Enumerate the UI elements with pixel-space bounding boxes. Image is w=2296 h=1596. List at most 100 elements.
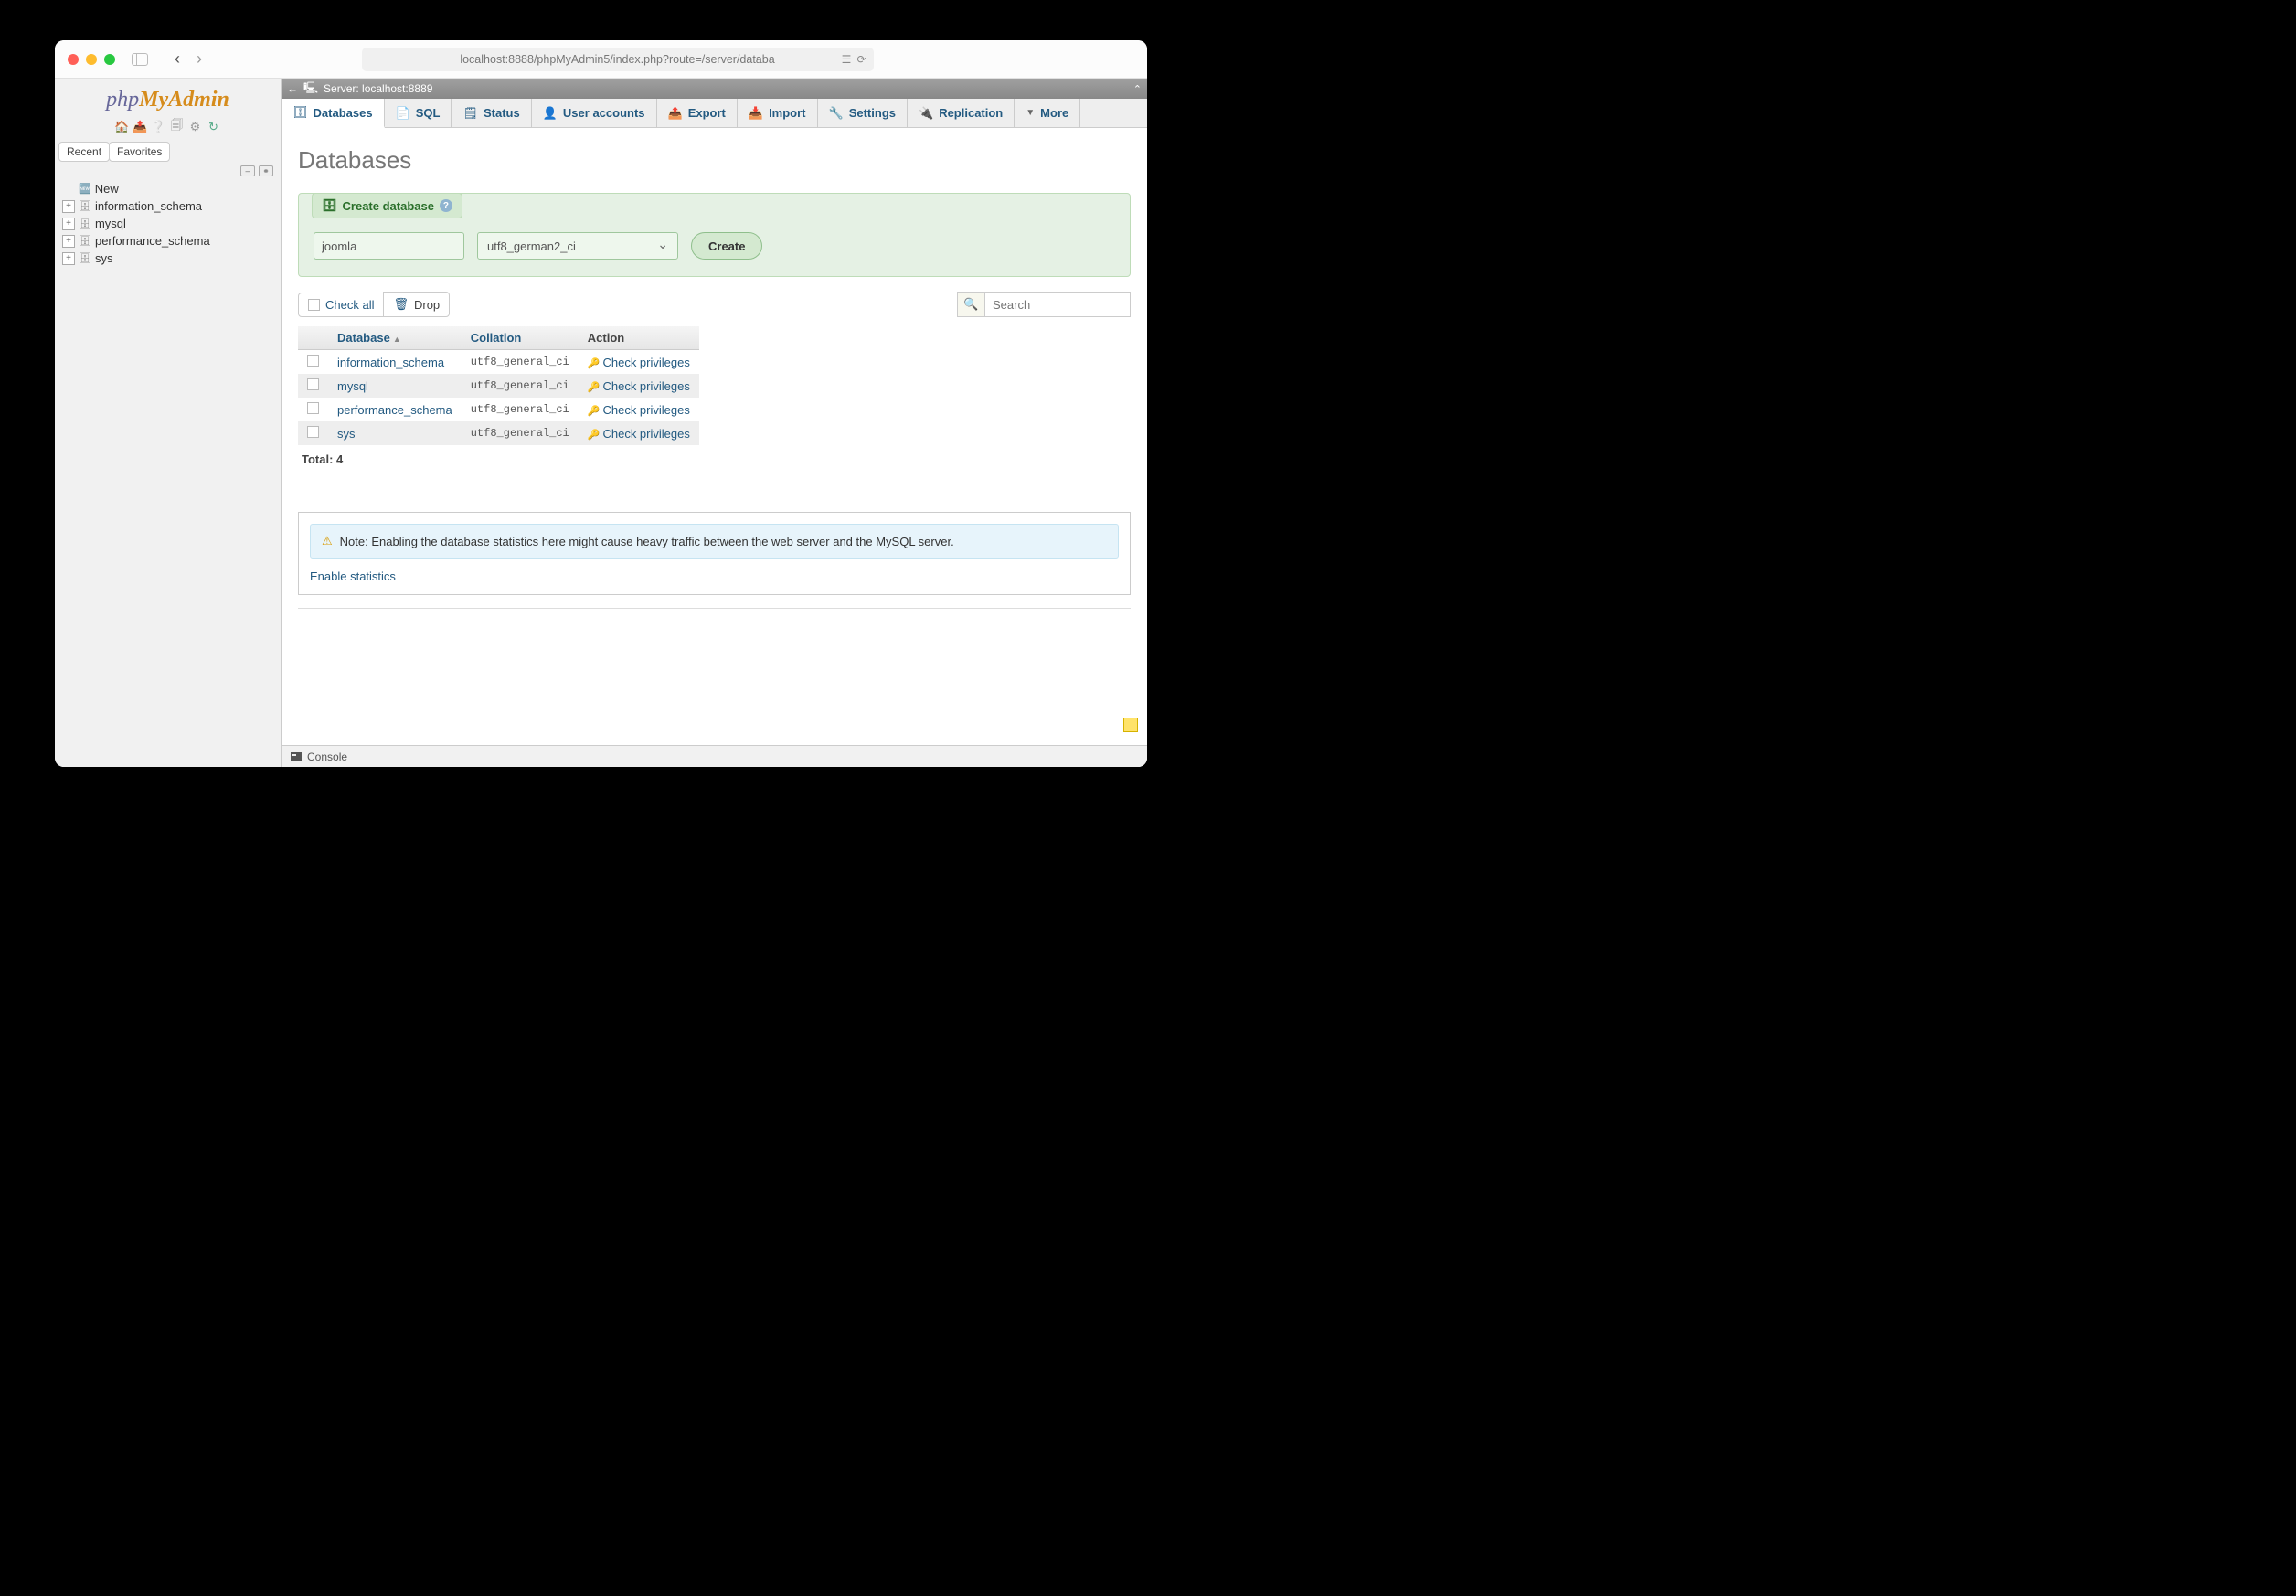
tab-users[interactable]: 👤User accounts	[532, 99, 657, 127]
collapse-tree-icon[interactable]: –	[240, 165, 255, 176]
privileges-icon: 🔑	[588, 406, 601, 417]
check-privileges-link[interactable]: Check privileges	[602, 356, 689, 369]
row-checkbox[interactable]	[307, 378, 319, 390]
logo[interactable]: phpMyAdmin	[55, 79, 281, 116]
col-database[interactable]: Database▲	[328, 326, 462, 350]
check-privileges-link[interactable]: Check privileges	[602, 427, 689, 441]
database-icon: 🗄	[79, 218, 91, 229]
tree-item[interactable]: + 🗄 mysql	[62, 215, 281, 232]
check-privileges-link[interactable]: Check privileges	[602, 379, 689, 393]
top-tabs: 🗄Databases 📄SQL 🗒Status 👤User accounts 📤…	[282, 99, 1147, 128]
info-note: ⚠ Note: Enabling the database statistics…	[310, 524, 1119, 559]
minimize-icon[interactable]	[86, 54, 97, 65]
settings-icon[interactable]: ⚙	[188, 120, 203, 134]
sql-tab-icon: 📄	[396, 106, 410, 121]
close-icon[interactable]	[68, 54, 79, 65]
reload-nav-icon[interactable]: ↻	[207, 120, 221, 134]
privileges-icon: 🔑	[588, 382, 601, 393]
tab-import[interactable]: 📥Import	[738, 99, 818, 127]
table-row: sys utf8_general_ci 🔑Check privileges	[298, 421, 699, 445]
tab-status[interactable]: 🗒Status	[452, 99, 531, 127]
db-link[interactable]: sys	[337, 427, 356, 441]
create-db-icon: 🗄	[322, 198, 337, 213]
breadcrumb-collapse-icon[interactable]: ⌃	[1133, 83, 1142, 95]
favorites-tab[interactable]: Favorites	[109, 142, 170, 162]
sql-icon[interactable]: 🗐	[170, 120, 185, 134]
nav-quick-icons: 🏠 📤 ❔ 🗐 ⚙ ↻	[55, 116, 281, 142]
breadcrumb-label[interactable]: Server: localhost:8889	[324, 82, 432, 95]
tree-new[interactable]: 🆕 New	[62, 180, 281, 197]
expand-icon[interactable]: +	[62, 235, 75, 248]
help-icon[interactable]: ?	[440, 199, 452, 212]
sticky-note-icon[interactable]	[1123, 718, 1138, 732]
nav-back-icon[interactable]: ‹	[166, 48, 188, 70]
row-checkbox[interactable]	[307, 402, 319, 414]
db-link[interactable]: information_schema	[337, 356, 444, 369]
check-privileges-link[interactable]: Check privileges	[602, 403, 689, 417]
db-link[interactable]: performance_schema	[337, 403, 452, 417]
table-row: mysql utf8_general_ci 🔑Check privileges	[298, 374, 699, 398]
browser-window: ‹ › localhost:8888/phpMyAdmin5/index.php…	[55, 40, 1147, 767]
search-icon[interactable]: 🔍	[957, 292, 984, 317]
tab-databases[interactable]: 🗄Databases	[282, 99, 385, 128]
db-name-input[interactable]	[314, 232, 464, 260]
tab-export[interactable]: 📤Export	[657, 99, 738, 127]
collation-value: utf8_general_ci	[462, 350, 579, 375]
expand-icon[interactable]: +	[62, 200, 75, 213]
warning-icon: ⚠	[322, 534, 333, 548]
zoom-icon[interactable]	[104, 54, 115, 65]
docs-icon[interactable]: ❔	[152, 120, 166, 134]
expand-icon[interactable]: +	[62, 252, 75, 265]
create-legend: 🗄 Create database ?	[312, 193, 462, 218]
link-tree-icon[interactable]: ⚭	[259, 165, 273, 176]
check-all-button[interactable]: Check all	[298, 293, 384, 317]
create-button[interactable]: Create	[691, 232, 762, 260]
replication-icon: 🔌	[919, 106, 933, 121]
console-bar[interactable]: Console	[282, 745, 1147, 767]
row-checkbox[interactable]	[307, 426, 319, 438]
sidebar-toggle-icon[interactable]	[132, 53, 148, 66]
sort-asc-icon: ▲	[393, 335, 401, 344]
drop-icon: 🗑	[393, 297, 409, 312]
total-count: Total: 4	[302, 452, 1131, 466]
enable-statistics-link[interactable]: Enable statistics	[310, 569, 396, 583]
table-row: performance_schema utf8_general_ci 🔑Chec…	[298, 398, 699, 421]
reload-icon[interactable]: ⟳	[856, 53, 866, 66]
server-icon: 🖳	[303, 80, 318, 99]
databases-table: Database▲ Collation Action information_s…	[298, 326, 699, 445]
tree-item[interactable]: + 🗄 performance_schema	[62, 232, 281, 250]
home-icon[interactable]: 🏠	[115, 120, 130, 134]
checkall-checkbox[interactable]	[308, 299, 320, 311]
nav-forward-icon: ›	[188, 48, 210, 70]
status-icon: 🗒	[462, 106, 478, 121]
tab-more[interactable]: ▼More	[1015, 99, 1080, 127]
expand-icon[interactable]: +	[62, 218, 75, 230]
tree-item[interactable]: + 🗄 information_schema	[62, 197, 281, 215]
database-icon: 🗄	[79, 252, 91, 264]
breadcrumb-back-icon[interactable]: ←	[287, 82, 298, 95]
col-action: Action	[579, 326, 699, 350]
search-input[interactable]	[984, 292, 1131, 317]
chevron-down-icon: ▼	[1026, 108, 1035, 118]
create-database-panel: 🗄 Create database ? utf8_german2_ci Crea…	[298, 193, 1131, 277]
main-panel: ← 🖳 Server: localhost:8889 ⌃ 🗄Databases …	[282, 79, 1147, 767]
collation-select[interactable]: utf8_german2_ci	[477, 232, 678, 260]
tab-sql[interactable]: 📄SQL	[385, 99, 452, 127]
recent-tab[interactable]: Recent	[58, 142, 110, 162]
row-checkbox[interactable]	[307, 355, 319, 367]
reader-icon[interactable]: ☰	[842, 53, 852, 66]
db-link[interactable]: mysql	[337, 379, 368, 393]
import-icon: 📥	[749, 106, 763, 121]
col-collation[interactable]: Collation	[462, 326, 579, 350]
address-bar[interactable]: localhost:8888/phpMyAdmin5/index.php?rou…	[362, 48, 874, 71]
collation-value: utf8_general_ci	[462, 421, 579, 445]
tab-settings[interactable]: 🔧Settings	[818, 99, 908, 127]
drop-button[interactable]: 🗑 Drop	[383, 292, 450, 317]
tab-replication[interactable]: 🔌Replication	[908, 99, 1015, 127]
logout-icon[interactable]: 📤	[133, 120, 148, 134]
database-icon: 🗄	[79, 200, 91, 212]
tree-item[interactable]: + 🗄 sys	[62, 250, 281, 267]
note-panel: ⚠ Note: Enabling the database statistics…	[298, 512, 1131, 595]
new-db-icon: 🆕	[79, 183, 91, 195]
table-row: information_schema utf8_general_ci 🔑Chec…	[298, 350, 699, 375]
